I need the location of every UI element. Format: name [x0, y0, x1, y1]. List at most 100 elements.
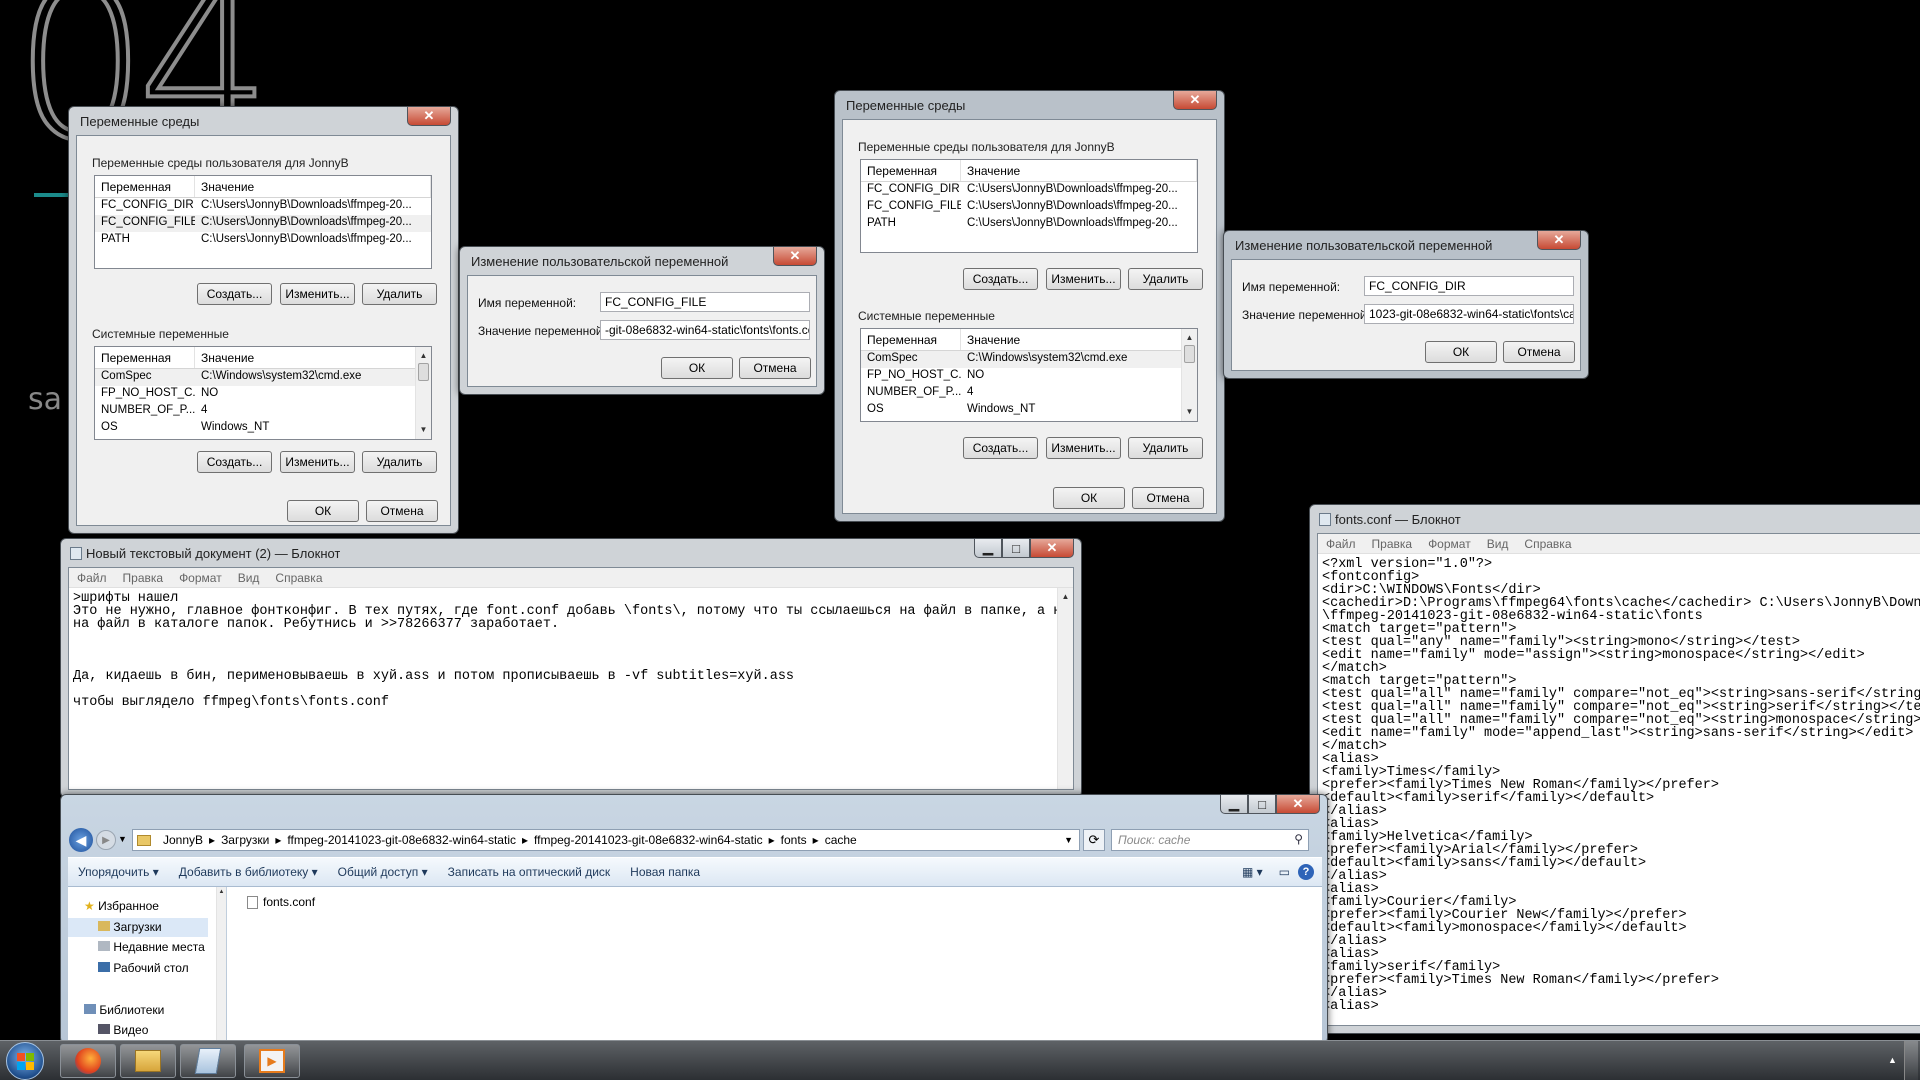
burn-button[interactable]: Записать на оптический диск — [438, 865, 621, 879]
close-button[interactable]: ✕ — [407, 107, 451, 126]
user-create-button[interactable]: Создать... — [197, 283, 272, 305]
file-item[interactable]: fonts.conf — [247, 895, 315, 910]
breadcrumb-cache[interactable]: cache — [819, 833, 863, 847]
user-edit-button[interactable]: Изменить... — [280, 283, 355, 305]
table-row[interactable]: FP_NO_HOST_C... NO — [95, 386, 431, 403]
nav-scrollbar[interactable]: ▲ — [216, 887, 226, 1047]
table-row[interactable]: FC_CONFIG_DIR C:\Users\JonnyB\Downloads\f… — [95, 198, 431, 215]
ok-button[interactable]: ОК — [1425, 341, 1497, 363]
start-button[interactable] — [6, 1042, 44, 1080]
col-variable[interactable]: Переменная — [95, 176, 195, 197]
address-dropdown-icon[interactable]: ▼ — [1058, 835, 1079, 845]
close-button[interactable]: ✕ — [1276, 795, 1320, 814]
search-input[interactable]: Поиск: cache ⚲ — [1111, 829, 1309, 851]
menu-view[interactable]: Вид — [230, 571, 268, 585]
taskbar-firefox[interactable] — [60, 1044, 116, 1078]
menu-format[interactable]: Формат — [1420, 537, 1479, 551]
table-row[interactable]: PATH C:\Users\JonnyB\Downloads\ffmpeg-20.… — [95, 232, 431, 249]
col-value[interactable]: Значение — [195, 347, 431, 368]
scroll-up-icon[interactable]: ▲ — [1058, 588, 1073, 604]
menu-format[interactable]: Формат — [171, 571, 230, 585]
ok-button[interactable]: ОК — [1053, 487, 1125, 509]
ok-button[interactable]: ОК — [287, 500, 359, 522]
menu-edit[interactable]: Правка — [115, 571, 172, 585]
menu-help[interactable]: Справка — [1516, 537, 1579, 551]
user-edit-button[interactable]: Изменить... — [1046, 268, 1121, 290]
menu-edit[interactable]: Правка — [1364, 537, 1421, 551]
table-row[interactable]: ComSpec C:\Windows\system32\cmd.exe — [95, 369, 431, 386]
cancel-button[interactable]: Отмена — [1132, 487, 1204, 509]
maximize-button[interactable]: □ — [1248, 795, 1276, 814]
add-to-library-button[interactable]: Добавить в библиотеку ▾ — [169, 865, 328, 879]
col-value[interactable]: Значение — [195, 176, 431, 197]
scroll-up-icon[interactable]: ▲ — [1182, 329, 1197, 345]
system-vars-list[interactable]: Переменная Значение ComSpec C:\Windows\sys… — [860, 328, 1198, 422]
menu-file[interactable]: Файл — [1318, 537, 1364, 551]
vertical-scrollbar[interactable]: ▲ — [1057, 588, 1073, 789]
taskbar-explorer[interactable] — [120, 1044, 176, 1078]
close-button[interactable]: ✕ — [1173, 91, 1217, 110]
nav-video[interactable]: Видео — [98, 1023, 148, 1037]
nav-downloads[interactable]: Загрузки — [68, 918, 208, 937]
sys-create-button[interactable]: Создать... — [963, 437, 1038, 459]
nav-favorites[interactable]: ★ Избранное — [84, 899, 159, 913]
sys-edit-button[interactable]: Изменить... — [1046, 437, 1121, 459]
nav-libraries[interactable]: Библиотеки — [84, 1003, 164, 1017]
minimize-button[interactable]: ▁ — [974, 539, 1002, 558]
nav-desktop[interactable]: Рабочий стол — [98, 961, 189, 975]
col-value[interactable]: Значение — [961, 160, 1197, 181]
organize-button[interactable]: Упорядочить ▾ — [68, 865, 169, 879]
vertical-scrollbar[interactable]: ▲ ▼ — [415, 347, 431, 439]
refresh-button[interactable]: ⟳ — [1083, 829, 1105, 851]
cancel-button[interactable]: Отмена — [366, 500, 438, 522]
sys-create-button[interactable]: Создать... — [197, 451, 272, 473]
sys-delete-button[interactable]: Удалить — [362, 451, 437, 473]
var-name-input[interactable]: FC_CONFIG_DIR — [1364, 276, 1574, 296]
menu-file[interactable]: Файл — [69, 571, 115, 585]
user-delete-button[interactable]: Удалить — [1128, 268, 1203, 290]
preview-pane-icon[interactable]: ▭ — [1271, 865, 1298, 879]
scroll-down-icon[interactable]: ▼ — [1182, 403, 1197, 419]
col-value[interactable]: Значение — [961, 329, 1197, 350]
menu-help[interactable]: Справка — [267, 571, 330, 585]
show-desktop-button[interactable] — [1904, 1041, 1918, 1080]
breadcrumb-ffmpeg-1[interactable]: ffmpeg-20141023-git-08e6832-win64-static — [281, 833, 522, 847]
table-row[interactable]: OS Windows_NT — [95, 420, 431, 437]
user-vars-list[interactable]: Переменная Значение FC_CONFIG_DIR C:\Users… — [94, 175, 432, 269]
help-icon[interactable]: ? — [1298, 864, 1314, 880]
var-value-input[interactable]: 1023-git-08e6832-win64-static\fonts\cach… — [1364, 304, 1574, 324]
minimize-button[interactable]: ▁ — [1220, 795, 1248, 814]
breadcrumb-fonts[interactable]: fonts — [775, 833, 813, 847]
nav-recent-places[interactable]: Недавние места — [98, 940, 205, 954]
user-delete-button[interactable]: Удалить — [362, 283, 437, 305]
close-button[interactable]: ✕ — [1030, 539, 1074, 558]
close-button[interactable]: ✕ — [773, 247, 817, 266]
taskbar-notepad[interactable] — [180, 1044, 236, 1078]
back-button[interactable]: ◀ — [69, 828, 93, 852]
scroll-up-icon[interactable]: ▲ — [217, 887, 226, 897]
breadcrumb-downloads[interactable]: Загрузки — [215, 833, 275, 847]
table-row[interactable]: FC_CONFIG_FILE C:\Users\JonnyB\Downloads\… — [95, 215, 431, 232]
table-row[interactable]: NUMBER_OF_P... 4 — [861, 385, 1197, 402]
breadcrumb-jonnyb[interactable]: JonnyB — [157, 833, 209, 847]
sys-delete-button[interactable]: Удалить — [1128, 437, 1203, 459]
menu-view[interactable]: Вид — [1479, 537, 1517, 551]
table-row[interactable]: NUMBER_OF_P... 4 — [95, 403, 431, 420]
user-create-button[interactable]: Создать... — [963, 268, 1038, 290]
new-folder-button[interactable]: Новая папка — [620, 865, 710, 879]
sys-edit-button[interactable]: Изменить... — [280, 451, 355, 473]
ok-button[interactable]: ОК — [661, 357, 733, 379]
table-row[interactable]: ComSpec C:\Windows\system32\cmd.exe — [861, 351, 1197, 368]
table-row[interactable]: OS Windows_NT — [861, 402, 1197, 419]
maximize-button[interactable]: □ — [1002, 539, 1030, 558]
col-variable[interactable]: Переменная — [861, 329, 961, 350]
cancel-button[interactable]: Отмена — [1503, 341, 1575, 363]
share-button[interactable]: Общий доступ ▾ — [328, 865, 438, 879]
text-editor[interactable]: <?xml version="1.0"?> <fontconfig> <dir>… — [1318, 554, 1920, 1025]
table-row[interactable]: PATH C:\Users\JonnyB\Downloads\ffmpeg-20.… — [861, 216, 1197, 233]
text-editor[interactable]: >шрифты нашел Это не нужно, главное фонт… — [69, 588, 1057, 789]
cancel-button[interactable]: Отмена — [739, 357, 811, 379]
close-button[interactable]: ✕ — [1537, 231, 1581, 250]
breadcrumb-ffmpeg-2[interactable]: ffmpeg-20141023-git-08e6832-win64-static — [528, 833, 769, 847]
forward-button[interactable]: ▶ — [96, 830, 116, 850]
